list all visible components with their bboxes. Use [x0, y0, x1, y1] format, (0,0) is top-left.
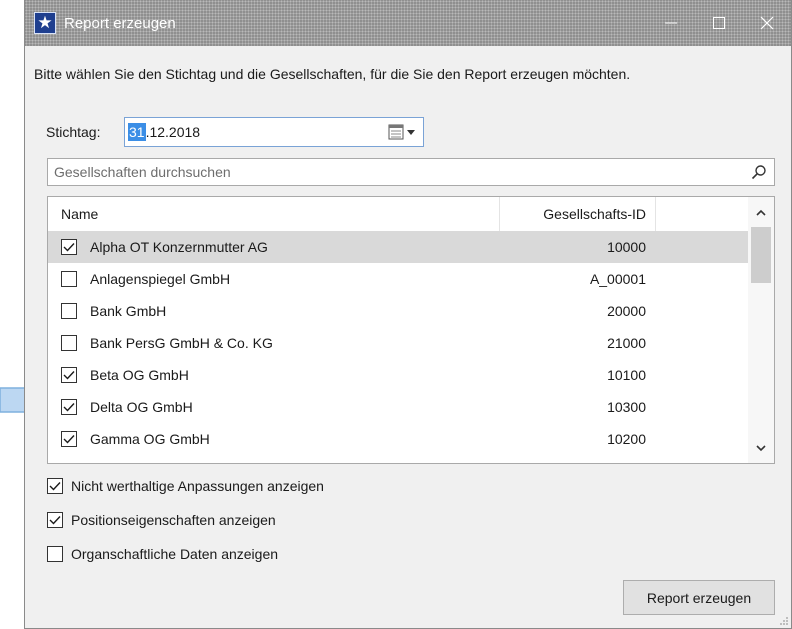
option-organschaftliche-daten[interactable]: Organschaftliche Daten anzeigen — [47, 546, 278, 562]
screenshot-stage: ★ Report erzeugen Bitte wählen Sie den S… — [0, 0, 792, 629]
chevron-down-icon — [756, 444, 766, 451]
company-id: 20000 — [607, 303, 646, 319]
resize-grip-icon[interactable] — [779, 616, 789, 626]
maximize-button[interactable] — [695, 0, 743, 46]
table-row[interactable]: Bank GmbH 20000 — [48, 295, 748, 327]
company-name: Alpha OT Konzernmutter AG — [90, 239, 268, 255]
scroll-up-button[interactable] — [748, 197, 774, 227]
close-icon — [760, 16, 774, 30]
close-button[interactable] — [743, 0, 791, 46]
table-row[interactable]: Bank PersG GmbH & Co. KG 21000 — [48, 327, 748, 359]
stichtag-date-picker[interactable]: 31.12.2018 — [124, 117, 424, 147]
company-name: Anlagenspiegel GmbH — [90, 271, 231, 287]
list-header: Name Gesellschafts-ID — [48, 197, 748, 231]
company-search-input[interactable] — [54, 162, 734, 182]
row-checkbox[interactable] — [61, 399, 77, 415]
date-day-segment[interactable]: 31 — [128, 123, 146, 141]
window-title: Report erzeugen — [64, 14, 176, 32]
option-checkbox[interactable] — [47, 478, 63, 494]
row-checkbox[interactable] — [61, 271, 77, 287]
table-row[interactable]: Delta OG GmbH 10300 — [48, 391, 748, 423]
company-name: Beta OG GmbH — [90, 367, 189, 383]
stichtag-label: Stichtag: — [46, 124, 101, 140]
calendar-dropdown-icon — [388, 124, 415, 140]
row-checkbox[interactable] — [61, 431, 77, 447]
company-name: Bank PersG GmbH & Co. KG — [90, 335, 273, 351]
company-name: Gamma OG GmbH — [90, 431, 210, 447]
window-controls — [647, 0, 791, 46]
title-bar[interactable]: ★ Report erzeugen — [25, 0, 791, 46]
company-id: A_00001 — [589, 271, 646, 287]
row-checkbox[interactable] — [61, 367, 77, 383]
search-icon[interactable] — [751, 164, 767, 180]
minimize-button[interactable] — [647, 0, 695, 46]
report-erzeugen-button[interactable]: Report erzeugen — [623, 580, 775, 615]
row-checkbox[interactable] — [61, 335, 77, 351]
option-positionseigenschaften[interactable]: Positionseigenschaften anzeigen — [47, 512, 276, 528]
company-name: Delta OG GmbH — [90, 399, 193, 415]
scroll-thumb[interactable] — [751, 227, 771, 283]
option-nicht-werthaltige[interactable]: Nicht werthaltige Anpassungen anzeigen — [47, 478, 324, 494]
option-label: Nicht werthaltige Anpassungen anzeigen — [71, 478, 324, 494]
row-checkbox[interactable] — [61, 239, 77, 255]
company-search-box — [47, 158, 775, 186]
calendar-dropdown-button[interactable] — [387, 123, 419, 141]
table-row[interactable]: Alpha OT Konzernmutter AG 10000 — [48, 231, 748, 263]
list-scrollbar[interactable] — [748, 197, 774, 463]
company-id: 10000 — [607, 239, 646, 255]
chevron-up-icon — [756, 209, 766, 216]
company-id: 21000 — [607, 335, 646, 351]
minimize-icon — [665, 22, 677, 24]
table-row[interactable]: Anlagenspiegel GmbH A_00001 — [48, 263, 748, 295]
option-label: Positionseigenschaften anzeigen — [71, 512, 276, 528]
scroll-down-button[interactable] — [748, 433, 774, 463]
table-row[interactable]: Gamma OG GmbH 10200 — [48, 423, 748, 455]
option-label: Organschaftliche Daten anzeigen — [71, 546, 279, 562]
company-list: Name Gesellschafts-ID Alpha OT Konzernmu… — [47, 196, 775, 464]
column-header-name[interactable]: Name — [61, 206, 98, 222]
list-rows: Alpha OT Konzernmutter AG 10000 Anlagenspi… — [48, 231, 748, 455]
intro-text: Bitte wählen Sie den Stichtag und die Ge… — [34, 66, 631, 82]
option-checkbox[interactable] — [47, 512, 63, 528]
column-divider[interactable] — [655, 197, 656, 231]
date-month-year[interactable]: .12.2018 — [146, 123, 201, 141]
app-star-icon: ★ — [34, 12, 56, 34]
maximize-icon — [713, 17, 725, 29]
company-name: Bank GmbH — [90, 303, 167, 319]
company-id: 10200 — [607, 431, 646, 447]
option-checkbox[interactable] — [47, 546, 63, 562]
table-row[interactable]: Beta OG GmbH 10100 — [48, 359, 748, 391]
report-dialog: ★ Report erzeugen Bitte wählen Sie den S… — [24, 0, 792, 629]
row-checkbox[interactable] — [61, 303, 77, 319]
column-header-id[interactable]: Gesellschafts-ID — [500, 206, 646, 222]
company-id: 10300 — [607, 399, 646, 415]
company-id: 10100 — [607, 367, 646, 383]
